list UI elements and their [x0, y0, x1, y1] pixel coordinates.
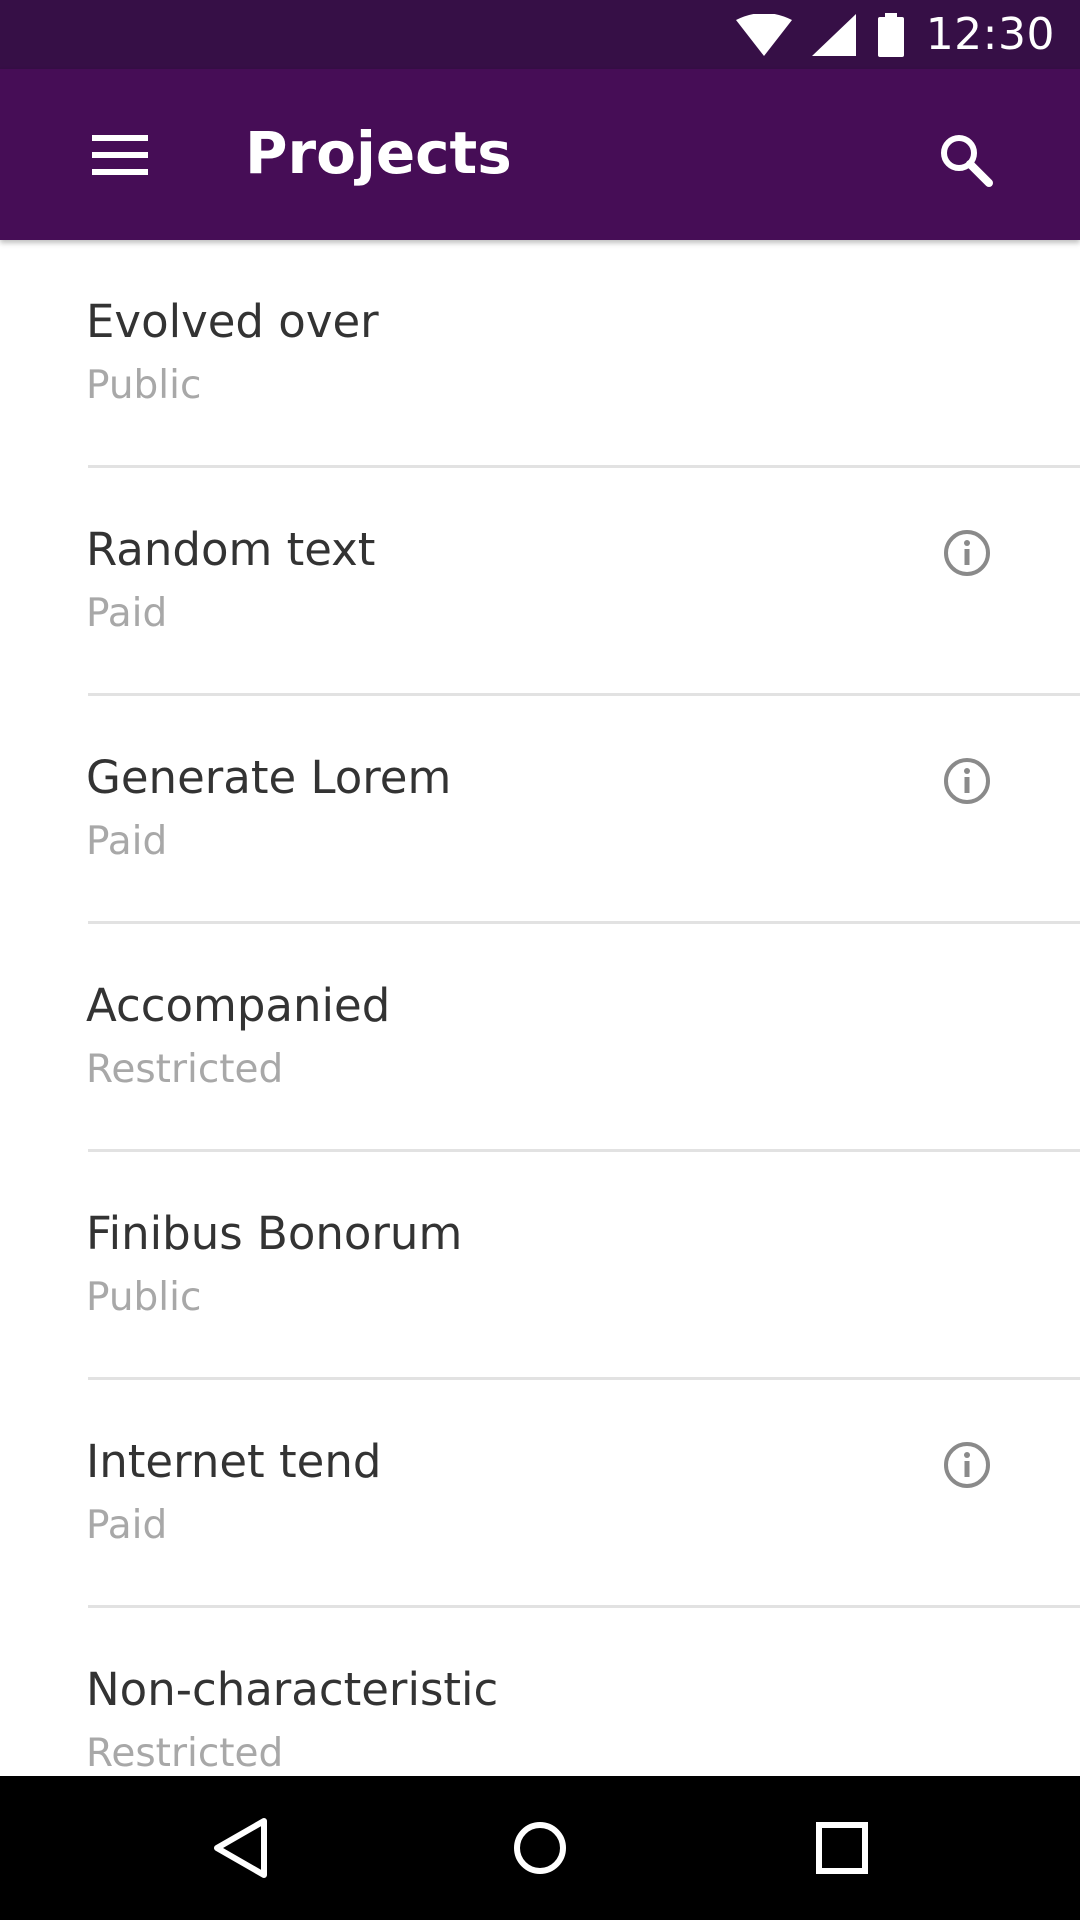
project-access: Paid: [86, 1503, 168, 1548]
recents-icon: [816, 1822, 868, 1874]
navigation-bar: [0, 1776, 1080, 1920]
back-icon: [214, 1818, 267, 1878]
project-name: Non-characteristic: [86, 1663, 499, 1716]
info-icon: [944, 1442, 990, 1488]
home-icon: [514, 1822, 566, 1874]
info-button[interactable]: [938, 1436, 996, 1494]
hamburger-menu-icon: [92, 135, 148, 175]
project-name: Finibus Bonorum: [86, 1207, 463, 1260]
page-title: Projects: [245, 119, 512, 187]
home-button[interactable]: [480, 1798, 600, 1898]
info-icon: [944, 530, 990, 576]
list-item[interactable]: Random text Paid: [0, 468, 1080, 696]
project-access: Public: [86, 1275, 202, 1320]
info-button[interactable]: [938, 752, 996, 810]
info-button[interactable]: [938, 524, 996, 582]
list-item[interactable]: Evolved over Public: [0, 240, 1080, 468]
list-item[interactable]: Generate Lorem Paid: [0, 696, 1080, 924]
info-icon: [944, 758, 990, 804]
search-button[interactable]: [920, 114, 1010, 204]
project-access: Paid: [86, 819, 168, 864]
project-list: Evolved over Public Random text Paid Generat…: [0, 240, 1080, 1776]
search-icon: [941, 135, 993, 187]
project-access: Public: [86, 363, 202, 408]
cell-signal-icon: [811, 13, 856, 56]
recents-button[interactable]: [782, 1798, 902, 1898]
wifi-icon: [735, 13, 792, 56]
app-bar: Projects: [0, 69, 1080, 240]
list-item[interactable]: Accompanied Restricted: [0, 924, 1080, 1152]
menu-button[interactable]: [70, 113, 170, 197]
status-time: 12:30: [925, 9, 1055, 60]
project-access: Paid: [86, 591, 168, 636]
status-bar: 12:30: [0, 0, 1080, 69]
project-access: Restricted: [86, 1047, 284, 1092]
project-name: Generate Lorem: [86, 751, 452, 804]
list-item[interactable]: Internet tend Paid: [0, 1380, 1080, 1608]
list-item[interactable]: Finibus Bonorum Public: [0, 1152, 1080, 1380]
project-name: Accompanied: [86, 979, 391, 1032]
project-access: Restricted: [86, 1731, 284, 1776]
back-button[interactable]: [180, 1798, 300, 1898]
battery-icon: [877, 12, 904, 57]
project-name: Random text: [86, 523, 376, 576]
list-item[interactable]: Non-characteristic Restricted: [0, 1608, 1080, 1776]
project-name: Evolved over: [86, 295, 379, 348]
project-name: Internet tend: [86, 1435, 382, 1488]
